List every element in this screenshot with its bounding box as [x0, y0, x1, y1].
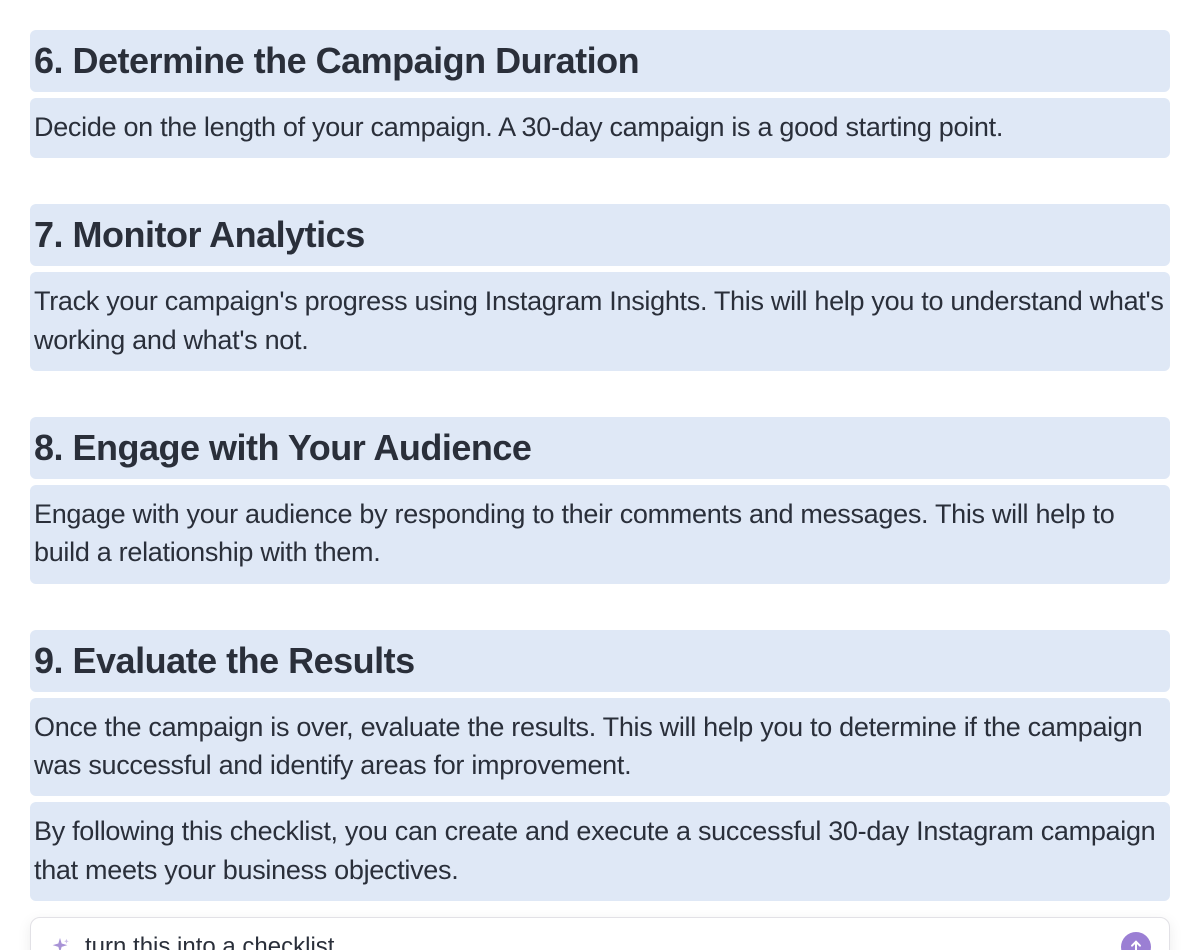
- send-button[interactable]: [1121, 932, 1151, 950]
- closing-paragraph: By following this checklist, you can cre…: [30, 802, 1170, 901]
- content-area: 6. Determine the Campaign Duration Decid…: [0, 0, 1200, 901]
- section-body-6: Decide on the length of your campaign. A…: [30, 98, 1170, 158]
- section-body-8: Engage with your audience by responding …: [30, 485, 1170, 584]
- section-heading-9: 9. Evaluate the Results: [30, 630, 1170, 692]
- prompt-row: [31, 918, 1169, 950]
- section-heading-8: 8. Engage with Your Audience: [30, 417, 1170, 479]
- section-heading-6: 6. Determine the Campaign Duration: [30, 30, 1170, 92]
- prompt-input[interactable]: [85, 933, 1107, 950]
- ai-prompt-panel: AI responses can be inaccurate or mislea…: [30, 917, 1170, 950]
- section-body-9: Once the campaign is over, evaluate the …: [30, 698, 1170, 797]
- section-heading-7: 7. Monitor Analytics: [30, 204, 1170, 266]
- sparkle-icon: [49, 936, 71, 950]
- section-body-7: Track your campaign's progress using Ins…: [30, 272, 1170, 371]
